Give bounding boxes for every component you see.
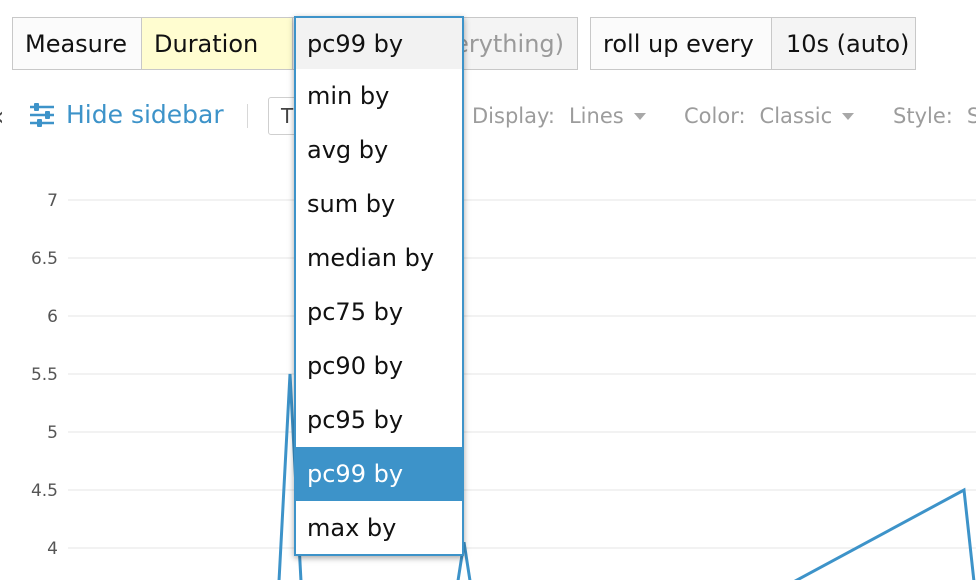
chevron-left-icon[interactable]: ‹ (0, 102, 4, 132)
aggregation-current-value[interactable]: pc99 by (296, 18, 462, 69)
toolbar-divider (247, 104, 248, 128)
aggregation-option[interactable]: sum by (296, 177, 462, 231)
aggregation-option[interactable]: avg by (296, 123, 462, 177)
aggregation-dropdown[interactable]: pc99 by min by avg by sum by median by pc75 … (294, 16, 464, 556)
display-label: Display: (472, 104, 555, 128)
y-tick-label: 5 (47, 423, 58, 443)
style-value: S (966, 104, 976, 128)
y-tick-label: 7 (47, 191, 58, 211)
display-value: Lines (568, 104, 624, 128)
color-value: Classic (759, 104, 833, 128)
y-tick-label: 6.5 (31, 249, 58, 269)
aggregation-option[interactable]: max by (296, 501, 462, 554)
hide-sidebar-label: Hide sidebar (66, 100, 224, 129)
metric-field[interactable]: Duration (142, 18, 293, 69)
caret-down-icon (842, 112, 855, 120)
rollup-group: roll up every 10s (auto) (590, 17, 916, 70)
hide-sidebar-button[interactable]: Hide sidebar (28, 100, 224, 129)
aggregation-option[interactable]: pc75 by (296, 285, 462, 339)
y-tick-label: 5.5 (31, 365, 58, 385)
aggregation-option[interactable]: min by (296, 69, 462, 123)
color-label: Color: (684, 104, 746, 128)
aggregation-option[interactable]: pc90 by (296, 339, 462, 393)
style-select[interactable]: Style: S (893, 104, 976, 128)
y-tick-label: 4.5 (31, 481, 58, 501)
style-label: Style: (893, 104, 953, 128)
y-tick-label: 6 (47, 307, 58, 327)
aggregation-option[interactable]: pc99 by (296, 447, 462, 501)
caret-down-icon (633, 112, 646, 120)
graph-toolbar: ‹ Hide sidebar T Display: Lines Color: C… (0, 94, 976, 140)
aggregation-option[interactable]: pc95 by (296, 393, 462, 447)
sliders-icon (30, 102, 54, 127)
aggregation-option-list: min by avg by sum by median by pc75 by pc90 b… (296, 69, 462, 554)
color-select[interactable]: Color: Classic (684, 104, 855, 128)
aggregation-option[interactable]: median by (296, 231, 462, 285)
display-select[interactable]: Display: Lines (472, 104, 646, 128)
measure-label: Measure (13, 18, 142, 69)
line-chart: 7 6.5 6 5.5 5 4.5 4 (31, 191, 976, 580)
y-tick-label: 4 (47, 539, 58, 559)
rollup-label: roll up every (591, 18, 772, 69)
rollup-interval-field[interactable]: 10s (auto) (772, 18, 915, 69)
